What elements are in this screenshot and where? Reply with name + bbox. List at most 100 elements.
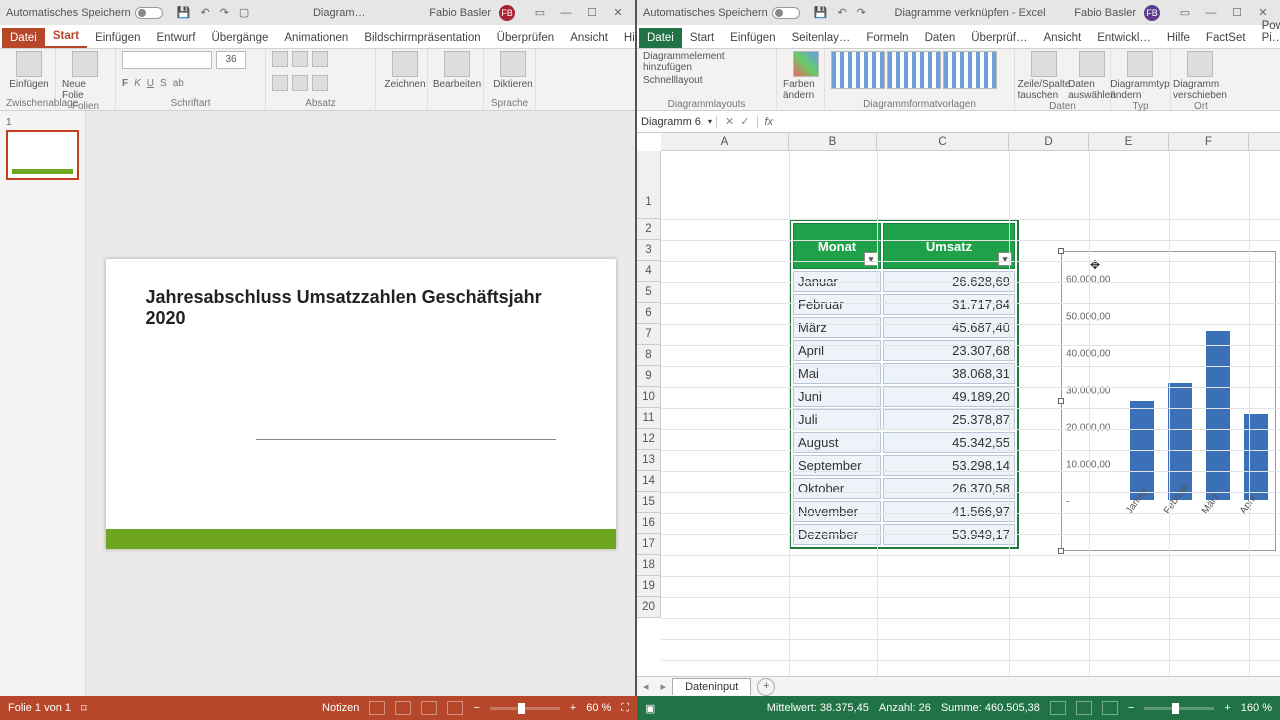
worksheet-grid[interactable]: ABCDEF 1234567891011121314151617181920 M… [637,133,1280,676]
zoom-in-icon[interactable]: + [570,702,576,714]
col-header-B[interactable]: B [789,133,877,150]
zoom-out-icon[interactable]: − [473,702,479,714]
table-row[interactable]: Juli25.378,87 [793,409,1015,430]
cell-umsatz[interactable]: 23.307,68 [883,340,1015,361]
cell-umsatz[interactable]: 25.378,87 [883,409,1015,430]
tab-entwurf[interactable]: Entwurf [148,28,203,48]
underline-button[interactable]: U [147,78,154,89]
change-chart-type-button[interactable]: Diagrammtyp ändern [1117,51,1163,101]
minimize-icon[interactable]: — [555,5,577,21]
slide-thumbnail-1[interactable] [6,130,79,180]
switch-row-col-button[interactable]: Zeile/Spalte tauschen [1021,51,1067,101]
cell-monat[interactable]: November [793,501,881,522]
cell-umsatz[interactable]: 45.687,40 [883,317,1015,338]
table-row[interactable]: März45.687,40 [793,317,1015,338]
slide-title[interactable]: Jahresabschluss Umsatzzahlen Geschäftsja… [146,287,576,329]
align-center-icon[interactable] [292,75,308,91]
tab-ansicht[interactable]: Ansicht [1036,28,1090,48]
cell-monat[interactable]: März [793,317,881,338]
add-chart-element-button[interactable]: Diagrammelement hinzufügen [643,51,770,73]
ribbon-mode-icon[interactable]: ▭ [1174,5,1196,21]
fit-window-icon[interactable]: ⛶ [621,702,629,715]
row-header-16[interactable]: 16 [637,513,660,534]
notes-button[interactable]: Notizen [322,702,359,714]
cell-umsatz[interactable]: 49.189,20 [883,386,1015,407]
cells-area[interactable]: Monat▾ Umsatz▾ Januar26.628,69Februar31.… [661,151,1280,676]
table-row[interactable]: September53.298,14 [793,455,1015,476]
cell-monat[interactable]: September [793,455,881,476]
draw-button[interactable]: Zeichnen [382,51,428,90]
row-header-17[interactable]: 17 [637,534,660,555]
row-header-4[interactable]: 4 [637,261,660,282]
row-header-18[interactable]: 18 [637,555,660,576]
col-header-A[interactable]: A [661,133,789,150]
table-row[interactable]: Februar31.717,84 [793,294,1015,315]
resize-handle[interactable] [1058,248,1064,254]
cell-monat[interactable]: Juni [793,386,881,407]
resize-handle[interactable] [1058,398,1064,404]
chart-style-2[interactable] [887,51,941,89]
row-header-10[interactable]: 10 [637,387,660,408]
slide-thumbnails[interactable]: 1 [0,111,86,696]
dictate-button[interactable]: Diktieren [490,51,536,90]
autosave-toggle[interactable]: Automatisches Speichern [643,7,800,19]
col-header-E[interactable]: E [1089,133,1169,150]
row-header-1[interactable]: 1 [637,151,660,219]
indent-icon[interactable] [312,51,328,67]
zoom-level[interactable]: 60 % [586,702,611,714]
tab-datei[interactable]: Datei [639,28,682,48]
tab-seitenlayout[interactable]: Seitenlay… [784,28,859,48]
numbering-icon[interactable] [292,51,308,67]
row-header-3[interactable]: 3 [637,240,660,261]
cell-umsatz[interactable]: 26.370,58 [883,478,1015,499]
row-header-20[interactable]: 20 [637,597,660,618]
cell-monat[interactable]: Juli [793,409,881,430]
close-icon[interactable]: ✕ [607,5,629,21]
row-header-11[interactable]: 11 [637,408,660,429]
chart-style-3[interactable] [943,51,997,89]
reading-view-icon[interactable] [421,701,437,715]
slideshow-view-icon[interactable] [447,701,463,715]
chart-style-1[interactable] [831,51,885,89]
sheet-tab-dateninput[interactable]: Dateninput [672,678,751,695]
tab-einfuegen[interactable]: Einfügen [87,28,148,48]
undo-icon[interactable]: ↶ [837,6,846,19]
tab-bildschirm[interactable]: Bildschirmpräsentation [356,28,488,48]
tab-hilfe[interactable]: Hilfe [1159,28,1198,48]
normal-view-icon[interactable] [1050,701,1066,715]
row-header-12[interactable]: 12 [637,429,660,450]
font-combobox[interactable] [122,51,212,69]
tab-factset[interactable]: FactSet [1198,28,1254,48]
table-row[interactable]: Juni49.189,20 [793,386,1015,407]
row-header-13[interactable]: 13 [637,450,660,471]
tab-ueberpruefen[interactable]: Überprüf… [963,28,1035,48]
ribbon-mode-icon[interactable]: ▭ [529,5,551,21]
row-header-5[interactable]: 5 [637,282,660,303]
cell-monat[interactable]: April [793,340,881,361]
tab-animationen[interactable]: Animationen [276,28,356,48]
data-table[interactable]: Monat▾ Umsatz▾ Januar26.628,69Februar31.… [789,219,1019,549]
change-colors-button[interactable]: Farben ändern [783,51,829,101]
minimize-icon[interactable]: — [1200,5,1222,21]
col-header-C[interactable]: C [877,133,1009,150]
zoom-out-icon[interactable]: − [1128,702,1134,714]
bullets-icon[interactable] [272,51,288,67]
add-sheet-button[interactable]: + [757,678,775,696]
row-header-6[interactable]: 6 [637,303,660,324]
align-left-icon[interactable] [272,75,288,91]
slide-1[interactable]: Jahresabschluss Umsatzzahlen Geschäftsja… [106,259,616,549]
name-box[interactable]: Diagramm 6▾ [637,116,717,128]
cell-umsatz[interactable]: 41.566,97 [883,501,1015,522]
chevron-down-icon[interactable]: ▾ [708,117,712,126]
tab-start[interactable]: Start [45,26,87,48]
table-row[interactable]: November41.566,97 [793,501,1015,522]
maximize-icon[interactable]: ☐ [581,5,603,21]
row-headers[interactable]: 1234567891011121314151617181920 [637,151,661,618]
avatar[interactable]: FB [499,5,515,21]
strikethrough-button[interactable]: S [160,78,167,89]
tab-ansicht[interactable]: Ansicht [562,28,616,48]
spell-icon[interactable]: ⌑ [81,702,87,715]
zoom-in-icon[interactable]: + [1224,702,1230,714]
row-header-15[interactable]: 15 [637,492,660,513]
tab-entwickler[interactable]: Entwickl… [1089,28,1159,48]
